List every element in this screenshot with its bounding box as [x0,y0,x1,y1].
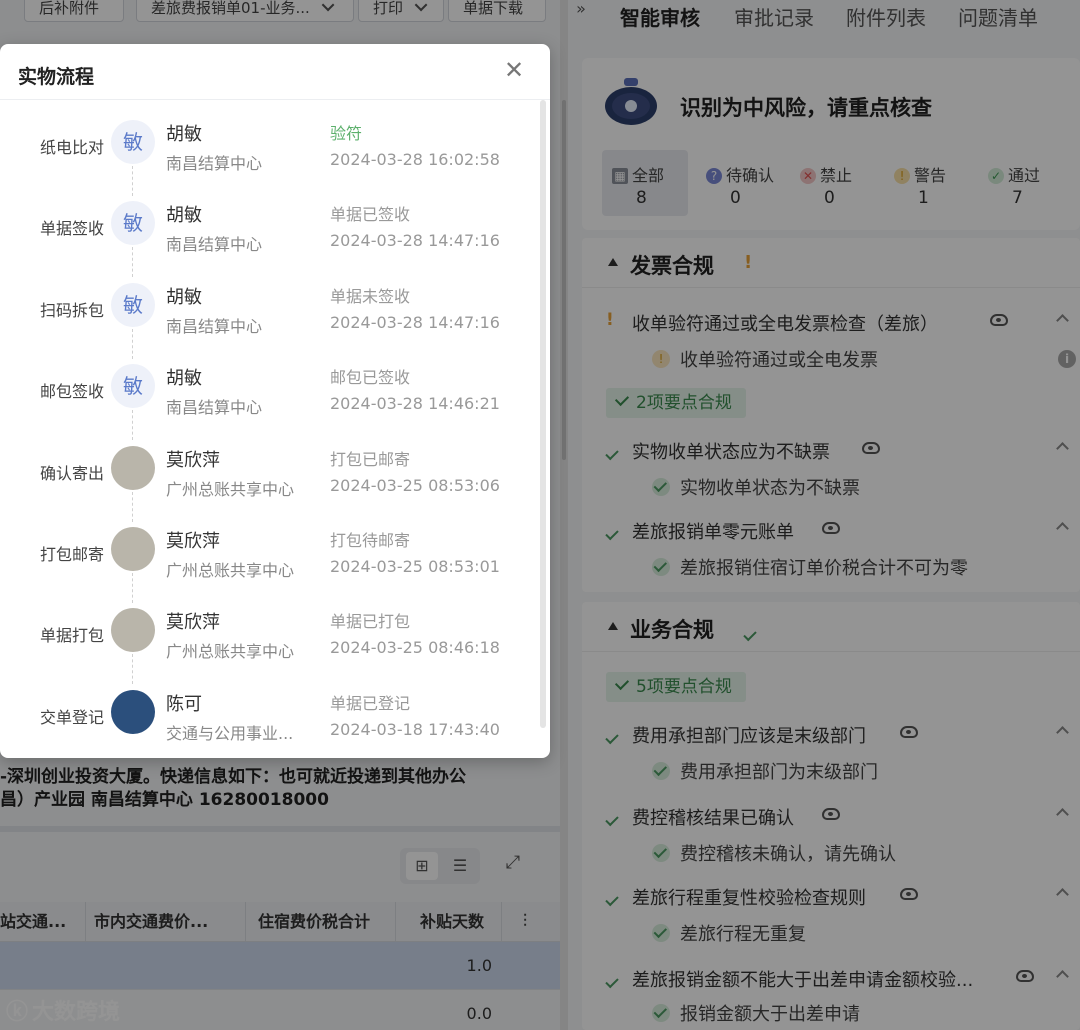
operator-name: 胡敏 [166,286,202,308]
avatar: 敏 [111,364,155,409]
operator-name: 胡敏 [166,124,202,145]
operator-name: 莫欣萍 [166,449,220,471]
step-status: 单据已签收 [330,205,411,225]
step-name: 交单登记 [39,707,104,727]
operator-organization: 广州总账共享中心 [166,479,295,499]
operator-organization: 南昌结算中心 [166,235,263,255]
close-icon[interactable]: ✕ [502,58,526,82]
step-name: 单据打包 [39,626,104,646]
step-time: 2024-03-25 08:53:06 [330,475,500,495]
dialog-title: 实物流程 [18,66,95,88]
timeline-connector [132,573,133,603]
step-name: 扫码拆包 [39,300,104,320]
step-status: 打包待邮寄 [330,531,411,550]
step-status: 打包已邮寄 [330,449,411,469]
flow-step: 邮包签收敏胡敏南昌结算中心 邮包已签收 2024-03-28 14:46:21 [0,356,540,441]
step-status: 单据已打包 [330,612,411,632]
step-status: 邮包已签收 [330,368,411,388]
avatar-photo [111,445,155,490]
flow-step: 单据打包 莫欣萍广州总账共享中心 单据已打包 2024-03-25 08:46:18 [0,600,540,685]
step-time: 2024-03-28 14:47:16 [330,231,500,251]
operator-name: 陈可 [166,693,202,715]
step-time: 2024-03-25 08:46:18 [330,638,500,658]
flow-step: 扫码拆包敏胡敏南昌结算中心 单据未签收 2024-03-28 14:47:16 [0,275,540,359]
step-time: 2024-03-25 08:53:01 [330,557,500,576]
operator-organization: 交通与公用事业... [166,723,294,743]
timeline-connector [132,166,133,196]
timeline-connector [132,491,133,522]
operator-organization: 南昌结算中心 [166,316,263,336]
operator-organization: 南昌结算中心 [166,154,263,173]
flow-step: 打包邮寄 莫欣萍广州总账共享中心 打包待邮寄 2024-03-25 08:53:01 [0,519,540,603]
operator-name: 莫欣萍 [166,531,220,552]
flow-step: 单据签收敏胡敏南昌结算中心 单据已签收 2024-03-28 14:47:16 [0,193,540,278]
step-time: 2024-03-28 14:47:16 [330,312,500,332]
flow-step: 交单登记 陈可交通与公用事业... 单据已登记 2024-03-18 17:43:40 [0,682,540,758]
divider [0,99,550,100]
step-name: 邮包签收 [39,382,104,402]
operator-name: 胡敏 [166,205,202,227]
step-name: 确认寄出 [39,463,104,483]
step-status: 单据未签收 [330,286,411,306]
scrollbar[interactable] [540,100,546,728]
operator-name: 莫欣萍 [166,612,220,634]
avatar: 敏 [111,282,155,327]
step-time: 2024-03-18 17:43:40 [330,719,500,739]
operator-organization: 南昌结算中心 [166,398,263,418]
timeline-connector [132,247,133,278]
step-name: 单据签收 [39,219,104,239]
step-name: 打包邮寄 [39,545,104,564]
avatar: 敏 [111,201,155,246]
step-status: 单据已登记 [330,693,411,713]
timeline-connector [132,410,133,441]
avatar-photo [111,689,155,734]
step-status: 验符 [330,124,363,143]
step-time: 2024-03-28 16:02:58 [330,150,500,169]
avatar-photo [111,608,155,653]
operator-organization: 广州总账共享中心 [166,642,295,662]
flow-step: 确认寄出 莫欣萍广州总账共享中心 打包已邮寄 2024-03-25 08:53:06 [0,438,540,522]
avatar-photo [111,527,155,571]
step-time: 2024-03-28 14:46:21 [330,394,500,414]
avatar: 敏 [111,120,155,164]
operator-organization: 广州总账共享中心 [166,561,295,580]
timeline-connector [132,328,133,359]
step-name: 纸电比对 [39,138,104,157]
timeline-connector [132,654,133,685]
physical-flow-dialog: 实物流程 ✕ 纸电比对敏胡敏 南昌结算中心 验符 2024-03-28 16:02:5… [0,44,550,758]
flow-step: 纸电比对敏胡敏南昌结算中心 验符 2024-03-28 16:02:58 [0,112,540,196]
operator-name: 胡敏 [166,368,202,390]
